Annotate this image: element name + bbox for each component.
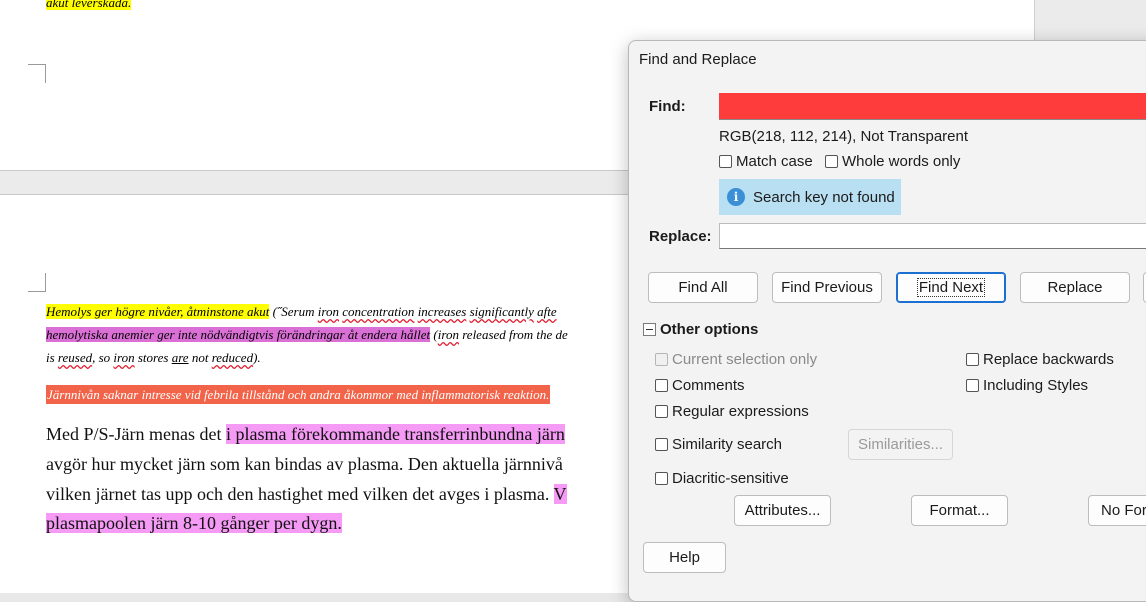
paragraph-line: plasmapoolen järn 8-10 gånger per dygn. bbox=[46, 512, 342, 534]
button-label: Find Next bbox=[916, 278, 986, 297]
checkbox-box[interactable] bbox=[719, 155, 732, 168]
paragraph-line: is reused, so iron stores are not reduce… bbox=[46, 349, 261, 366]
button-label: Help bbox=[669, 549, 700, 566]
comments-checkbox[interactable]: Comments bbox=[655, 377, 745, 394]
checkbox-label: Replace backwards bbox=[983, 351, 1114, 368]
checkbox-box[interactable] bbox=[825, 155, 838, 168]
replace-backwards-checkbox[interactable]: Replace backwards bbox=[966, 351, 1114, 368]
find-attribute-text: RGB(218, 112, 214), Not Transparent bbox=[719, 128, 969, 145]
checkbox-box[interactable] bbox=[966, 379, 979, 392]
button-label: Attributes... bbox=[744, 502, 821, 519]
replace-button[interactable]: Replace bbox=[1020, 272, 1130, 303]
spell-error-word: iron bbox=[437, 327, 459, 342]
text-span: released from the de bbox=[458, 327, 568, 342]
checkbox-label: Including Styles bbox=[983, 377, 1089, 394]
highlighted-text: Järnnivån saknar intresse vid febrila ti… bbox=[46, 385, 551, 404]
paragraph-line: avgör hur mycket järn som kan bindas av … bbox=[46, 453, 563, 475]
similarity-search-checkbox[interactable]: Similarity search bbox=[655, 436, 782, 453]
help-button[interactable]: Help bbox=[643, 542, 726, 573]
find-replace-dialog[interactable]: Find and Replace Find: RGB(218, 112, 214… bbox=[628, 40, 1146, 602]
checkbox-box[interactable] bbox=[655, 472, 668, 485]
button-label: Format... bbox=[929, 502, 990, 519]
text-span: ( bbox=[430, 327, 438, 342]
text-boundary-mark bbox=[28, 64, 46, 83]
find-all-button[interactable]: Find All bbox=[648, 272, 758, 303]
current-selection-checkbox[interactable]: Current selection only bbox=[655, 351, 817, 368]
checkbox-label: Current selection only bbox=[672, 351, 818, 368]
checkbox-label: Diacritic-sensitive bbox=[672, 470, 789, 487]
no-format-button[interactable]: No For bbox=[1088, 495, 1146, 526]
search-status-notice: i Search key not found bbox=[719, 179, 901, 215]
grammar-word: are bbox=[171, 350, 189, 365]
checkbox-box[interactable] bbox=[655, 405, 668, 418]
other-options-header[interactable]: Other options bbox=[660, 321, 758, 338]
checkbox-label: Comments bbox=[672, 377, 745, 394]
spell-error-word: iron bbox=[113, 350, 135, 365]
whole-words-checkbox[interactable]: Whole words only bbox=[825, 153, 960, 170]
highlighted-text: V bbox=[553, 484, 567, 504]
find-next-button[interactable]: Find Next bbox=[896, 272, 1006, 303]
similarities-button[interactable]: Similarities... bbox=[848, 429, 953, 460]
checkbox-box[interactable] bbox=[655, 379, 668, 392]
button-label: Find Previous bbox=[781, 279, 873, 296]
spell-error-word: increases bbox=[417, 304, 467, 319]
dialog-title[interactable]: Find and Replace bbox=[639, 51, 757, 68]
text-span: avgör hur mycket järn som kan bindas av … bbox=[46, 454, 563, 474]
match-case-checkbox[interactable]: Match case bbox=[719, 153, 813, 170]
info-icon: i bbox=[727, 188, 745, 206]
highlighted-text: hemolytiska anemier ger inte nödvändigtv… bbox=[46, 327, 431, 342]
highlighted-text: i plasma förekommande transferrinbundna … bbox=[225, 424, 565, 444]
including-styles-checkbox[interactable]: Including Styles bbox=[966, 377, 1088, 394]
checkbox-label: Similarity search bbox=[672, 436, 783, 453]
button-label: No For bbox=[1101, 502, 1146, 519]
highlighted-text: akut leverskada. bbox=[46, 0, 132, 10]
paragraph-line: Järnnivån saknar intresse vid febrila ti… bbox=[46, 385, 551, 404]
format-button[interactable]: Format... bbox=[911, 495, 1008, 526]
text-boundary-mark bbox=[28, 273, 46, 292]
paragraph-line: Hemolys ger högre nivåer, åtminstone aku… bbox=[46, 303, 557, 320]
notice-text: Search key not found bbox=[753, 188, 895, 206]
checkbox-box[interactable] bbox=[966, 353, 979, 366]
text-span: , so bbox=[92, 350, 114, 365]
text-span: not bbox=[188, 350, 212, 365]
text-line: akut leverskada. bbox=[46, 0, 132, 11]
spell-error-word: afte bbox=[537, 304, 557, 319]
spell-error-word: significantly bbox=[469, 304, 534, 319]
checkbox-box[interactable] bbox=[655, 353, 668, 366]
text-span: Med P/S-Järn menas det bbox=[46, 424, 226, 444]
find-previous-button[interactable]: Find Previous bbox=[772, 272, 882, 303]
checkbox-label: Match case bbox=[736, 153, 813, 170]
spell-error-word: reduced bbox=[211, 350, 254, 365]
spell-error-word: iron bbox=[317, 304, 339, 319]
paragraph-line: Med P/S-Järn menas det i plasma förekomm… bbox=[46, 423, 565, 445]
highlighted-text: plasmapoolen järn 8-10 gånger per dygn. bbox=[46, 513, 342, 533]
paragraph-line: hemolytiska anemier ger inte nödvändigtv… bbox=[46, 326, 568, 343]
replace-input[interactable] bbox=[719, 223, 1146, 249]
text-span: stores bbox=[134, 350, 172, 365]
diacritic-sensitive-checkbox[interactable]: Diacritic-sensitive bbox=[655, 470, 789, 487]
find-input[interactable] bbox=[719, 93, 1146, 120]
find-label: Find: bbox=[649, 98, 686, 115]
button-label: Similarities... bbox=[857, 436, 943, 453]
paragraph-line: vilken järnet tas upp och den hastighet … bbox=[46, 483, 567, 505]
spell-error-word: concentration bbox=[342, 304, 415, 319]
checkbox-box[interactable] bbox=[655, 438, 668, 451]
text-span: vilken järnet tas upp och den hastighet … bbox=[46, 484, 554, 504]
checkbox-label: Regular expressions bbox=[672, 403, 809, 420]
spell-error-word: reused bbox=[57, 350, 93, 365]
button-label: Find All bbox=[678, 279, 728, 296]
text-span: ). bbox=[253, 350, 261, 365]
attributes-button[interactable]: Attributes... bbox=[734, 495, 831, 526]
collapse-icon[interactable] bbox=[643, 323, 656, 336]
regex-checkbox[interactable]: Regular expressions bbox=[655, 403, 809, 420]
checkbox-label: Whole words only bbox=[842, 153, 961, 170]
replace-label: Replace: bbox=[649, 228, 712, 245]
text-span: (˝Serum bbox=[269, 304, 318, 319]
text-span: is bbox=[46, 350, 58, 365]
button-label: Replace bbox=[1047, 279, 1103, 296]
highlighted-text: Hemolys ger högre nivåer, åtminstone aku… bbox=[46, 304, 270, 319]
